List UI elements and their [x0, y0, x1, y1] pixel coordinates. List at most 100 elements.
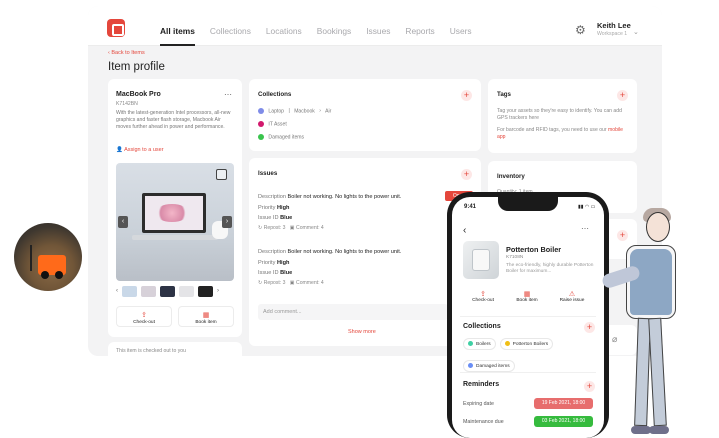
- user-menu[interactable]: Keith Lee Workspace 1: [597, 21, 631, 37]
- mobile-raise-issue-label: Raise issue: [559, 298, 585, 303]
- add-issue-button[interactable]: +: [461, 169, 472, 180]
- nav-collections[interactable]: Collections: [210, 26, 251, 36]
- collection-path-1: Laptop: [268, 108, 285, 115]
- boiler-shape: [472, 249, 490, 271]
- back-link[interactable]: ‹ Back to Items: [108, 50, 145, 56]
- mobile-add-collection-button[interactable]: +: [584, 322, 595, 333]
- mobile-book-button[interactable]: ▦ Book item: [506, 290, 548, 310]
- collection-tag[interactable]: Potterton Boilers: [499, 338, 554, 350]
- user-name: Keith Lee: [597, 21, 631, 30]
- issue-description-label: Description: [258, 249, 286, 255]
- issue-description-value: Boiler not working. No lights to the pow…: [287, 194, 402, 200]
- laptop-image: [142, 193, 206, 233]
- main-nav: All items Collections Locations Bookings…: [160, 26, 472, 46]
- doctor-leg: [648, 317, 667, 427]
- nav-reports[interactable]: Reports: [405, 26, 434, 36]
- nav-locations[interactable]: Locations: [266, 26, 302, 36]
- doctor-illustration: [600, 200, 716, 438]
- page-title: Item profile: [108, 61, 165, 73]
- nav-issues[interactable]: Issues: [366, 26, 390, 36]
- reminder-date-badge[interactable]: 19 Feb 2021, 18:00: [534, 398, 593, 409]
- book-item-button[interactable]: ▦ Book item: [178, 306, 234, 327]
- thumb-next-icon[interactable]: ›: [217, 286, 219, 297]
- mobile-item-id: K7108N: [506, 255, 524, 260]
- laptop-base: [132, 235, 218, 240]
- add-tag-button[interactable]: +: [617, 90, 628, 101]
- mobile-add-reminder-button[interactable]: +: [584, 381, 595, 392]
- tags-rfid-label: For barcode and RFID tags, you need to u…: [497, 127, 607, 133]
- comment-input[interactable]: Add comment...: [258, 304, 448, 320]
- doctor-shoe: [649, 426, 669, 434]
- thumbnail[interactable]: [198, 286, 213, 297]
- thumbnail[interactable]: [141, 286, 156, 297]
- issue-item[interactable]: Description Boiler not working. No light…: [258, 247, 401, 287]
- mobile-more-icon[interactable]: ⋯: [581, 224, 589, 233]
- collection-row[interactable]: Laptop | Macbook › Air: [258, 108, 331, 115]
- gear-icon[interactable]: ⚙: [575, 24, 587, 36]
- doctor-shoe: [631, 426, 651, 434]
- reminder-label: Maintenance due: [463, 419, 504, 425]
- doctor-shirt: [630, 249, 672, 315]
- collection-tag-label: Potterton Boilers: [512, 341, 549, 347]
- checkout-button[interactable]: ⇪ Check-out: [116, 306, 172, 327]
- forklift-illustration: [14, 223, 82, 291]
- mobile-phone: 9:41 ▮▮ ◠ ▭ ‹ ⋯ Potterton Boiler K7108N …: [447, 192, 609, 438]
- prev-image-button[interactable]: ‹: [118, 216, 128, 228]
- collection-dot: [258, 134, 264, 140]
- show-more-link[interactable]: Show more: [348, 329, 376, 335]
- collections-card: Collections + Laptop | Macbook › Air IT …: [249, 79, 481, 151]
- checked-out-note: This item is checked out to you: [108, 342, 242, 356]
- reminder-date-badge[interactable]: 03 Feb 2021, 18:00: [534, 416, 593, 427]
- item-id: K7142BN: [116, 101, 138, 107]
- thumb-prev-icon[interactable]: ‹: [116, 286, 118, 297]
- tags-rfid-text: For barcode and RFID tags, you need to u…: [497, 127, 629, 141]
- next-image-button[interactable]: ›: [222, 216, 232, 228]
- mobile-back-icon[interactable]: ‹: [463, 225, 466, 236]
- thumbnail[interactable]: [122, 286, 137, 297]
- app-logo: [107, 19, 125, 37]
- doctor-head: [646, 212, 670, 242]
- collection-dot: [258, 108, 264, 114]
- add-collection-button[interactable]: +: [461, 90, 472, 101]
- issue-priority-label: Priority: [258, 259, 276, 266]
- checked-out-text: This item is checked out to you: [116, 348, 186, 354]
- issue-id-label: Issue ID: [258, 270, 279, 276]
- mobile-raise-issue-button[interactable]: ⚠ Raise issue: [551, 290, 593, 310]
- tags-card: Tags + Tag your assets so they're easy t…: [488, 79, 637, 153]
- collection-tag[interactable]: Damaged items: [463, 360, 515, 372]
- nav-all-items[interactable]: All items: [160, 26, 195, 46]
- assign-user-link[interactable]: 👤 Assign to a user: [116, 147, 164, 153]
- checkout-icon: ⇪: [480, 291, 486, 298]
- boiler-image: [463, 241, 499, 279]
- collection-row[interactable]: IT Asset: [258, 121, 287, 128]
- item-card: MacBook Pro K7142BN ⋯ With the latest-ge…: [108, 79, 242, 337]
- more-icon[interactable]: ⋯: [224, 90, 232, 99]
- thumbnail[interactable]: [179, 286, 194, 297]
- collection-row[interactable]: Damaged items: [258, 134, 304, 141]
- book-item-label: Book item: [195, 320, 217, 325]
- tag-dot: [468, 363, 473, 369]
- expand-icon[interactable]: [216, 169, 227, 180]
- warning-icon: ⚠: [568, 291, 576, 298]
- issue-comment: Comment: 4: [296, 224, 324, 231]
- mobile-checkout-button[interactable]: ⇪ Check-out: [462, 290, 504, 310]
- tags-title: Tags: [497, 91, 511, 98]
- tag-dot: [504, 341, 510, 346]
- nav-bookings[interactable]: Bookings: [317, 26, 351, 36]
- issue-id-label: Issue ID: [258, 215, 279, 221]
- collection-path-1: Damaged items: [268, 134, 305, 141]
- forklift-wheel: [41, 271, 49, 279]
- forklift-wheel: [55, 271, 63, 279]
- divider: [460, 372, 596, 373]
- mobile-collection-tags: Boilers Potterton Boilers: [463, 338, 554, 350]
- nav-users[interactable]: Users: [450, 26, 472, 36]
- inventory-title: Inventory: [497, 173, 525, 180]
- chat-icon: ▣: [289, 224, 295, 231]
- issue-id-value: Blue: [280, 215, 293, 221]
- collection-tag[interactable]: Boilers: [463, 338, 496, 350]
- issue-item[interactable]: Description Boiler not working. No light…: [258, 192, 401, 232]
- thumbnail[interactable]: [160, 286, 175, 297]
- chevron-down-icon[interactable]: ⌄: [633, 28, 639, 36]
- issue-description-label: Description: [258, 194, 286, 200]
- workspace-name: Workspace 1: [597, 31, 628, 37]
